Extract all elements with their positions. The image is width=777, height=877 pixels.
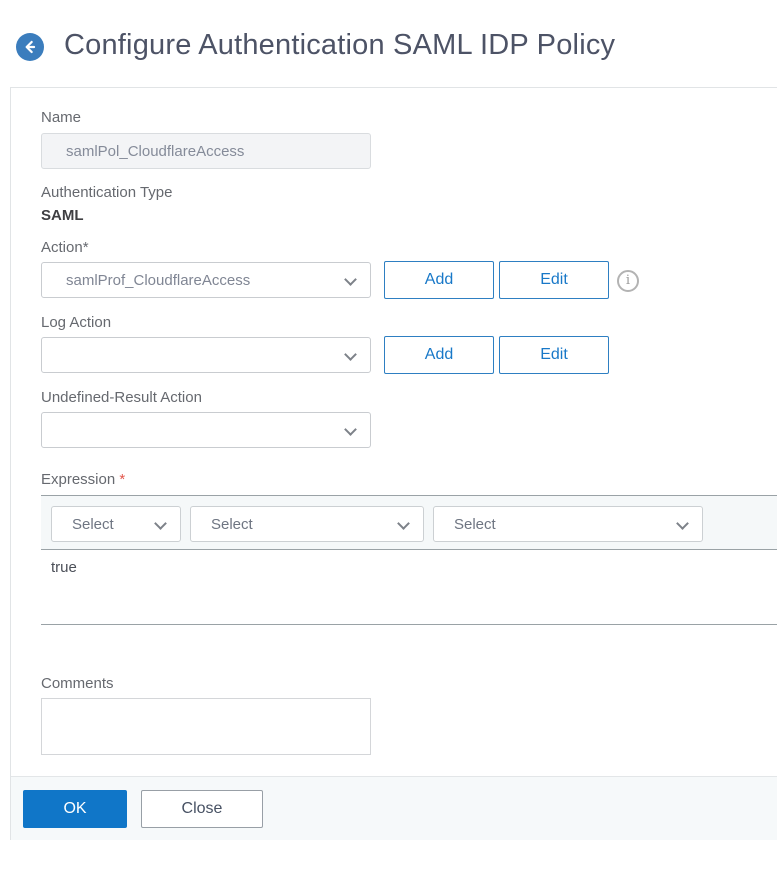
expression-label: Expression * [41,471,125,488]
back-button[interactable] [16,33,44,61]
expression-select-3-value: Select [454,515,496,533]
log-action-edit-button[interactable]: Edit [499,336,609,374]
action-select-value: samlProf_CloudflareAccess [66,271,251,289]
expression-label-text: Expression [41,471,116,488]
footer-bar: OK Close [11,776,777,840]
expression-textarea[interactable]: true [41,550,777,625]
required-asterisk: * [119,471,126,488]
action-select[interactable]: samlProf_CloudflareAccess [41,262,371,298]
expression-toolbar: Select Select Select [41,495,777,550]
action-add-button[interactable]: Add [384,261,494,299]
undefined-result-action-label: Undefined-Result Action [41,389,202,406]
log-action-add-button[interactable]: Add [384,336,494,374]
info-icon[interactable]: i [617,270,639,292]
ok-button[interactable]: OK [23,790,127,828]
comments-textarea[interactable] [41,698,371,755]
chevron-down-icon [344,273,357,286]
log-action-label: Log Action [41,314,112,331]
expression-select-2[interactable]: Select [190,506,424,542]
log-action-select[interactable] [41,337,371,373]
back-arrow-icon [22,39,38,55]
action-label: Action* [41,239,89,256]
comments-label: Comments [41,675,114,692]
configure-saml-idp-policy-page: Configure Authentication SAML IDP Policy… [0,0,777,877]
expression-select-3[interactable]: Select [433,506,703,542]
chevron-down-icon [344,423,357,436]
expression-select-1-value: Select [72,515,114,533]
authentication-type-label: Authentication Type [41,184,173,201]
authentication-type-value: SAML [41,207,84,224]
action-edit-button[interactable]: Edit [499,261,609,299]
expression-select-2-value: Select [211,515,253,533]
name-input[interactable] [41,133,371,169]
chevron-down-icon [397,517,410,530]
name-label: Name [41,109,82,126]
page-title: Configure Authentication SAML IDP Policy [64,29,616,61]
close-button[interactable]: Close [141,790,263,828]
chevron-down-icon [676,517,689,530]
undefined-result-action-select[interactable] [41,412,371,448]
expression-select-1[interactable]: Select [51,506,181,542]
chevron-down-icon [154,517,167,530]
form-panel: Name Authentication Type SAML Action* sa… [10,87,777,840]
expression-builder: Select Select Select true [41,495,777,630]
chevron-down-icon [344,348,357,361]
